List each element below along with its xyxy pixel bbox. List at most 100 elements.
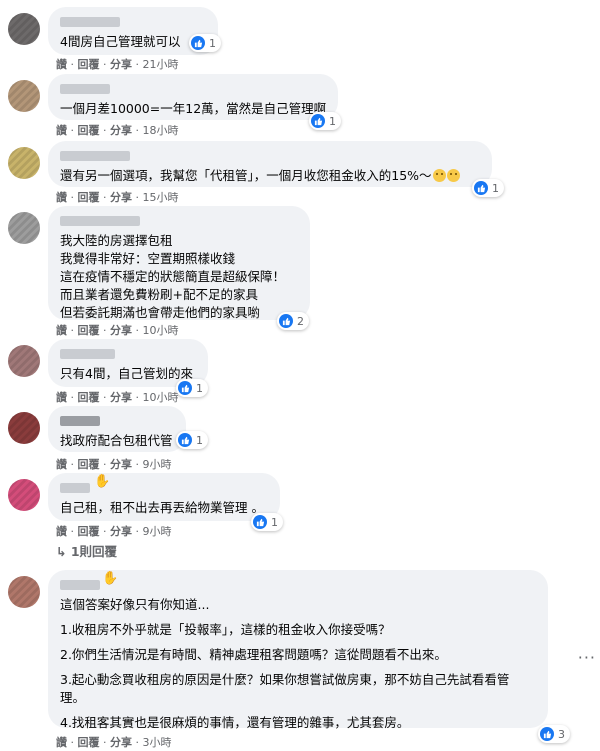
reaction-count: 1: [271, 515, 278, 529]
reaction-count: 2: [297, 314, 304, 328]
timestamp[interactable]: 15小時: [143, 191, 179, 204]
share-button[interactable]: 分享: [110, 124, 132, 137]
reply-button[interactable]: 回覆: [78, 324, 100, 337]
comment-bubble: ✋ 這個答案好像只有你知道... 1.收租房不外乎就是「投報率」，這樣的租金收入…: [48, 570, 548, 730]
comment-actions: 讚 · 回覆 · 分享 · 21小時: [56, 58, 179, 71]
timestamp[interactable]: 21小時: [143, 58, 179, 71]
timestamp[interactable]: 10小時: [143, 391, 179, 404]
share-button[interactable]: 分享: [110, 458, 132, 471]
avatar[interactable]: [8, 576, 40, 608]
comment-actions: 讚 · 回覆 · 分享 · 10小時: [56, 324, 179, 337]
avatar[interactable]: [8, 80, 40, 112]
commenter-name[interactable]: [60, 416, 100, 426]
avatar[interactable]: [8, 13, 40, 45]
comment-actions: 讚 · 回覆 · 分享 · 15小時: [56, 191, 179, 204]
comment-actions: 讚 · 回覆 · 分享 · 9小時: [56, 525, 172, 538]
like-button[interactable]: 讚: [56, 525, 67, 538]
reaction-summary[interactable]: 1: [176, 379, 208, 397]
like-button[interactable]: 讚: [56, 736, 67, 749]
reaction-summary[interactable]: 1: [189, 34, 221, 52]
like-button[interactable]: 讚: [56, 124, 67, 137]
comment-paragraph: 3.起心動念買收租房的原因是什麼？如果你想嘗試做房東，那不妨自己先試看看管 理。: [60, 671, 536, 707]
reaction-summary[interactable]: 2: [277, 312, 309, 330]
comment-text: 一個月差10000=一年12萬，當然是自己管理啊: [60, 101, 327, 116]
reaction-summary[interactable]: 3: [538, 725, 570, 743]
timestamp[interactable]: 3小時: [143, 736, 172, 749]
share-button[interactable]: 分享: [110, 391, 132, 404]
comment-text: 3.起心動念買收租房的原因是什麼？如果你想嘗試做房東，那不妨自己先試看看管: [60, 672, 510, 687]
reply-button[interactable]: 回覆: [78, 525, 100, 538]
comment-text: 1.收租房不外乎就是「投報率」，這樣的租金收入你接受嗎？: [60, 622, 391, 637]
reaction-summary[interactable]: 1: [251, 513, 283, 531]
reply-button[interactable]: 回覆: [78, 58, 100, 71]
like-icon: [540, 727, 554, 741]
reaction-count: 1: [492, 181, 499, 195]
comment-actions: 讚 · 回覆 · 分享 · 18小時: [56, 124, 179, 137]
like-button[interactable]: 讚: [56, 391, 67, 404]
like-button[interactable]: 讚: [56, 324, 67, 337]
comment-paragraph: 2.你們生活情況是有時間、精神處理租客問題嗎？這從問題看不出來。: [60, 646, 536, 664]
avatar[interactable]: [8, 479, 40, 511]
comment-text: 這個答案好像只有你知道...: [60, 597, 210, 612]
commenter-name[interactable]: [60, 17, 120, 27]
avatar[interactable]: [8, 147, 40, 179]
comment-actions: 讚 · 回覆 · 分享 · 9小時: [56, 458, 172, 471]
like-icon: [311, 114, 325, 128]
reply-button[interactable]: 回覆: [78, 736, 100, 749]
reply-button[interactable]: 回覆: [78, 391, 100, 404]
timestamp[interactable]: 10小時: [143, 324, 179, 337]
like-icon: [178, 433, 192, 447]
comment-bubble: ✋ 自己租，租不出去再丟給物業管理 。: [48, 473, 280, 521]
commenter-name[interactable]: [60, 349, 115, 359]
share-button[interactable]: 分享: [110, 324, 132, 337]
comment-text: 自己租，租不出去再丟給物業管理 。: [60, 500, 264, 515]
like-icon: [191, 36, 205, 50]
avatar[interactable]: [8, 345, 40, 377]
comment-text: 這在疫情不穩定的狀態簡直是超級保障！: [60, 269, 286, 284]
share-button[interactable]: 分享: [110, 58, 132, 71]
comment-text: 我覺得非常好：空置期照樣收錢: [60, 251, 236, 266]
comment-text: 找政府配合包租代管: [60, 433, 173, 448]
reply-button[interactable]: 回覆: [78, 191, 100, 204]
comment-text: 但若委託期滿也會帶走他們的家具喲: [60, 305, 261, 320]
wave-icon: ✋: [94, 474, 111, 489]
timestamp[interactable]: 9小時: [143, 458, 172, 471]
avatar[interactable]: [8, 212, 40, 244]
reaction-summary[interactable]: 1: [472, 179, 504, 197]
view-replies-link[interactable]: ↳ 1則回覆: [56, 541, 117, 560]
like-button[interactable]: 讚: [56, 458, 67, 471]
reaction-count: 1: [329, 114, 336, 128]
comment-text: 2.你們生活情況是有時間、精神處理租客問題嗎？這從問題看不出來。: [60, 647, 447, 662]
timestamp[interactable]: 18小時: [143, 124, 179, 137]
like-button[interactable]: 讚: [56, 191, 67, 204]
avatar[interactable]: [8, 412, 40, 444]
like-icon: [178, 381, 192, 395]
reaction-count: 3: [558, 727, 565, 741]
comment-text: 還有另一個選項，我幫您「代租管」，一個月收您租金收入的15%～: [60, 167, 480, 185]
comment-bubble: 一個月差10000=一年12萬，當然是自己管理啊: [48, 74, 338, 120]
reaction-summary[interactable]: 1: [176, 431, 208, 449]
reply-button[interactable]: 回覆: [78, 458, 100, 471]
reaction-summary[interactable]: 1: [309, 112, 341, 130]
commenter-name[interactable]: [60, 151, 130, 161]
reaction-count: 1: [196, 433, 203, 447]
share-button[interactable]: 分享: [110, 525, 132, 538]
comment-bubble: 還有另一個選項，我幫您「代租管」，一個月收您租金收入的15%～: [48, 141, 492, 187]
commenter-name[interactable]: [60, 483, 90, 493]
more-options-icon[interactable]: ···: [578, 648, 596, 667]
like-icon: [279, 314, 293, 328]
reply-button[interactable]: 回覆: [78, 124, 100, 137]
like-button[interactable]: 讚: [56, 58, 67, 71]
comment-text: 理。: [60, 690, 86, 705]
share-button[interactable]: 分享: [110, 191, 132, 204]
commenter-name[interactable]: [60, 216, 140, 226]
comment-text: 4間房自己管理就可以: [60, 34, 181, 49]
commenter-name[interactable]: [60, 580, 100, 590]
reply-arrow-icon: ↳: [56, 544, 67, 559]
share-button[interactable]: 分享: [110, 736, 132, 749]
comment-bubble: 找政府配合包租代管: [48, 406, 186, 452]
comment-text: 而且業者還免費粉刷+配不足的家具: [60, 287, 258, 302]
timestamp[interactable]: 9小時: [143, 525, 172, 538]
comment-bubble: 我大陸的房選擇包租 我覺得非常好：空置期照樣收錢 這在疫情不穩定的狀態簡直是超級…: [48, 206, 310, 320]
commenter-name[interactable]: [60, 84, 110, 94]
